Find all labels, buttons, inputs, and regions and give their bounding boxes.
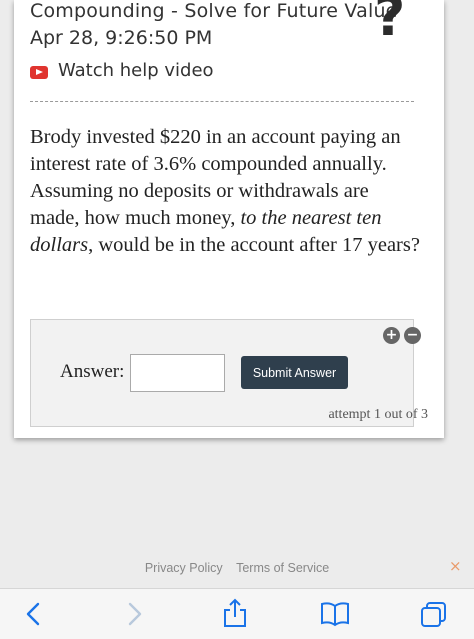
book-icon[interactable] [320,601,350,627]
question-text: Brody invested $220 in an account paying… [30,124,422,259]
attempt-counter: attempt 1 out of 3 [328,407,428,422]
privacy-policy-link[interactable]: Privacy Policy [145,561,223,575]
share-icon[interactable] [222,598,248,628]
chevron-left-icon[interactable] [22,601,46,627]
terms-of-service-link[interactable]: Terms of Service [236,561,329,575]
answer-input[interactable] [130,354,225,392]
close-icon[interactable]: × [449,557,462,575]
timestamp: Apr 28, 9:26:50 PM [30,27,213,49]
question-part-2: , would be in the account after 17 years… [88,234,420,256]
zoom-in-icon[interactable]: + [383,327,400,344]
answer-label: Answer: [60,361,125,382]
help-icon[interactable]: ? [374,0,405,44]
footer-links: Privacy Policy Terms of Service [0,561,474,575]
browser-toolbar [0,588,474,639]
divider [30,101,414,102]
zoom-out-icon[interactable]: − [404,327,421,344]
tabs-icon[interactable] [420,601,448,629]
submit-answer-button[interactable]: Submit Answer [241,356,348,389]
problem-title: Compounding - Solve for Future Value [30,0,398,22]
youtube-icon[interactable] [30,66,48,79]
chevron-right-icon[interactable] [122,601,146,627]
watch-help-video-link[interactable]: Watch help video [58,60,214,81]
